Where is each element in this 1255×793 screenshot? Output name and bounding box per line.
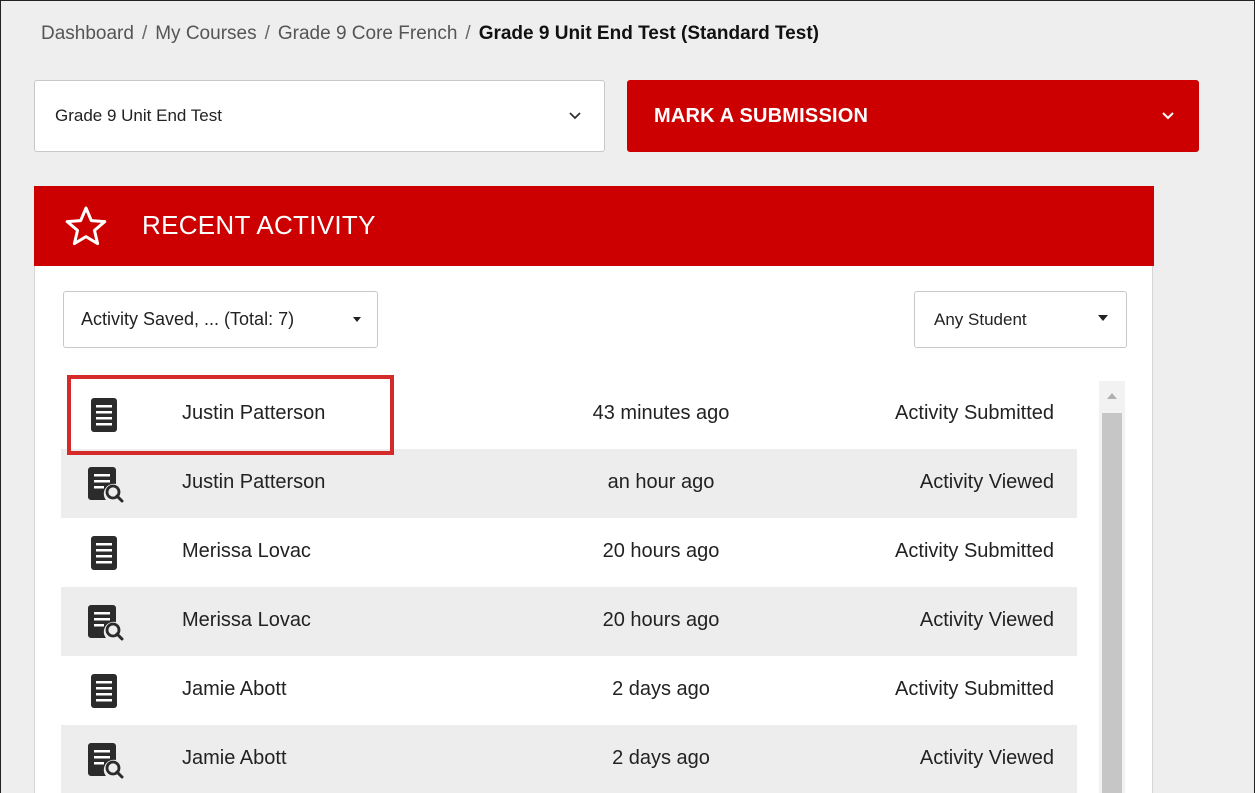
document-icon xyxy=(91,536,117,570)
activity-time: 20 hours ago xyxy=(602,540,720,562)
mark-submission-button[interactable]: MARK A SUBMISSION xyxy=(627,80,1199,152)
star-icon xyxy=(65,206,107,246)
activity-filter-dropdown[interactable]: Activity Saved, ... (Total: 7) xyxy=(63,291,378,348)
activity-list: Justin Patterson 43 minutes ago Activity… xyxy=(61,380,1077,793)
student-filter-value: Any Student xyxy=(934,309,1027,329)
activity-time: 2 days ago xyxy=(612,678,710,700)
student-name[interactable]: Merissa Lovac xyxy=(182,609,311,632)
activity-status: Activity Submitted xyxy=(895,540,1054,562)
scrollbar-thumb[interactable] xyxy=(1102,413,1122,793)
activity-row[interactable]: Merissa Lovac 20 hours ago Activity Subm… xyxy=(61,518,1077,587)
breadcrumb-separator: / xyxy=(465,23,471,44)
activity-time: 2 days ago xyxy=(612,747,710,769)
test-select[interactable]: Grade 9 Unit End Test xyxy=(34,80,605,152)
caret-down-icon xyxy=(353,317,361,322)
chevron-down-icon xyxy=(569,112,581,120)
student-filter-dropdown[interactable]: Any Student xyxy=(914,291,1127,348)
breadcrumb-course[interactable]: Grade 9 Core French xyxy=(278,23,458,44)
activity-row[interactable]: Jamie Abott 2 days ago Activity Viewed xyxy=(61,725,1077,793)
caret-down-icon xyxy=(1098,315,1108,321)
activity-row[interactable]: Jamie Abott 2 days ago Activity Submitte… xyxy=(61,656,1077,725)
activity-row[interactable]: Merissa Lovac 20 hours ago Activity View… xyxy=(61,587,1077,656)
document-icon xyxy=(91,674,117,708)
list-scrollbar[interactable] xyxy=(1099,381,1125,793)
test-select-value: Grade 9 Unit End Test xyxy=(55,106,222,125)
chevron-down-icon xyxy=(1162,112,1174,120)
student-name[interactable]: Merissa Lovac xyxy=(182,540,311,563)
student-name[interactable]: Justin Patterson xyxy=(182,402,325,425)
breadcrumb-separator: / xyxy=(264,23,270,44)
activity-row[interactable]: Justin Patterson 43 minutes ago Activity… xyxy=(61,380,1077,449)
recent-activity-panel: RECENT ACTIVITY Activity Saved, ... (Tot… xyxy=(34,186,1154,793)
activity-row[interactable]: Justin Patterson an hour ago Activity Vi… xyxy=(61,449,1077,518)
breadcrumb-dashboard[interactable]: Dashboard xyxy=(41,23,134,44)
document-icon xyxy=(91,398,117,432)
breadcrumb-current: Grade 9 Unit End Test (Standard Test) xyxy=(478,23,819,44)
student-name[interactable]: Jamie Abott xyxy=(182,678,287,701)
breadcrumb: Dashboard / My Courses / Grade 9 Core French… xyxy=(41,23,819,45)
activity-time: 43 minutes ago xyxy=(592,402,730,424)
student-name[interactable]: Jamie Abott xyxy=(182,747,287,770)
activity-status: Activity Submitted xyxy=(895,402,1054,424)
document-search-icon xyxy=(88,743,124,779)
student-name[interactable]: Justin Patterson xyxy=(182,471,325,494)
recent-activity-header: RECENT ACTIVITY xyxy=(34,186,1154,266)
activity-status: Activity Viewed xyxy=(919,609,1054,631)
activity-status: Activity Viewed xyxy=(919,747,1054,769)
document-search-icon xyxy=(88,467,124,503)
activity-filter-value: Activity Saved, ... (Total: 7) xyxy=(81,309,295,329)
panel-title: RECENT ACTIVITY xyxy=(142,210,376,240)
breadcrumb-separator: / xyxy=(141,23,148,44)
activity-time: an hour ago xyxy=(607,471,715,493)
mark-submission-label: MARK A SUBMISSION xyxy=(654,104,869,127)
activity-status: Activity Submitted xyxy=(895,678,1054,700)
scroll-up-arrow-icon[interactable] xyxy=(1107,393,1117,399)
app-frame: Dashboard / My Courses / Grade 9 Core French… xyxy=(0,0,1255,793)
document-search-icon xyxy=(88,605,124,641)
activity-time: 20 hours ago xyxy=(602,609,720,631)
breadcrumb-my-courses[interactable]: My Courses xyxy=(155,23,256,44)
activity-status: Activity Viewed xyxy=(919,471,1054,493)
